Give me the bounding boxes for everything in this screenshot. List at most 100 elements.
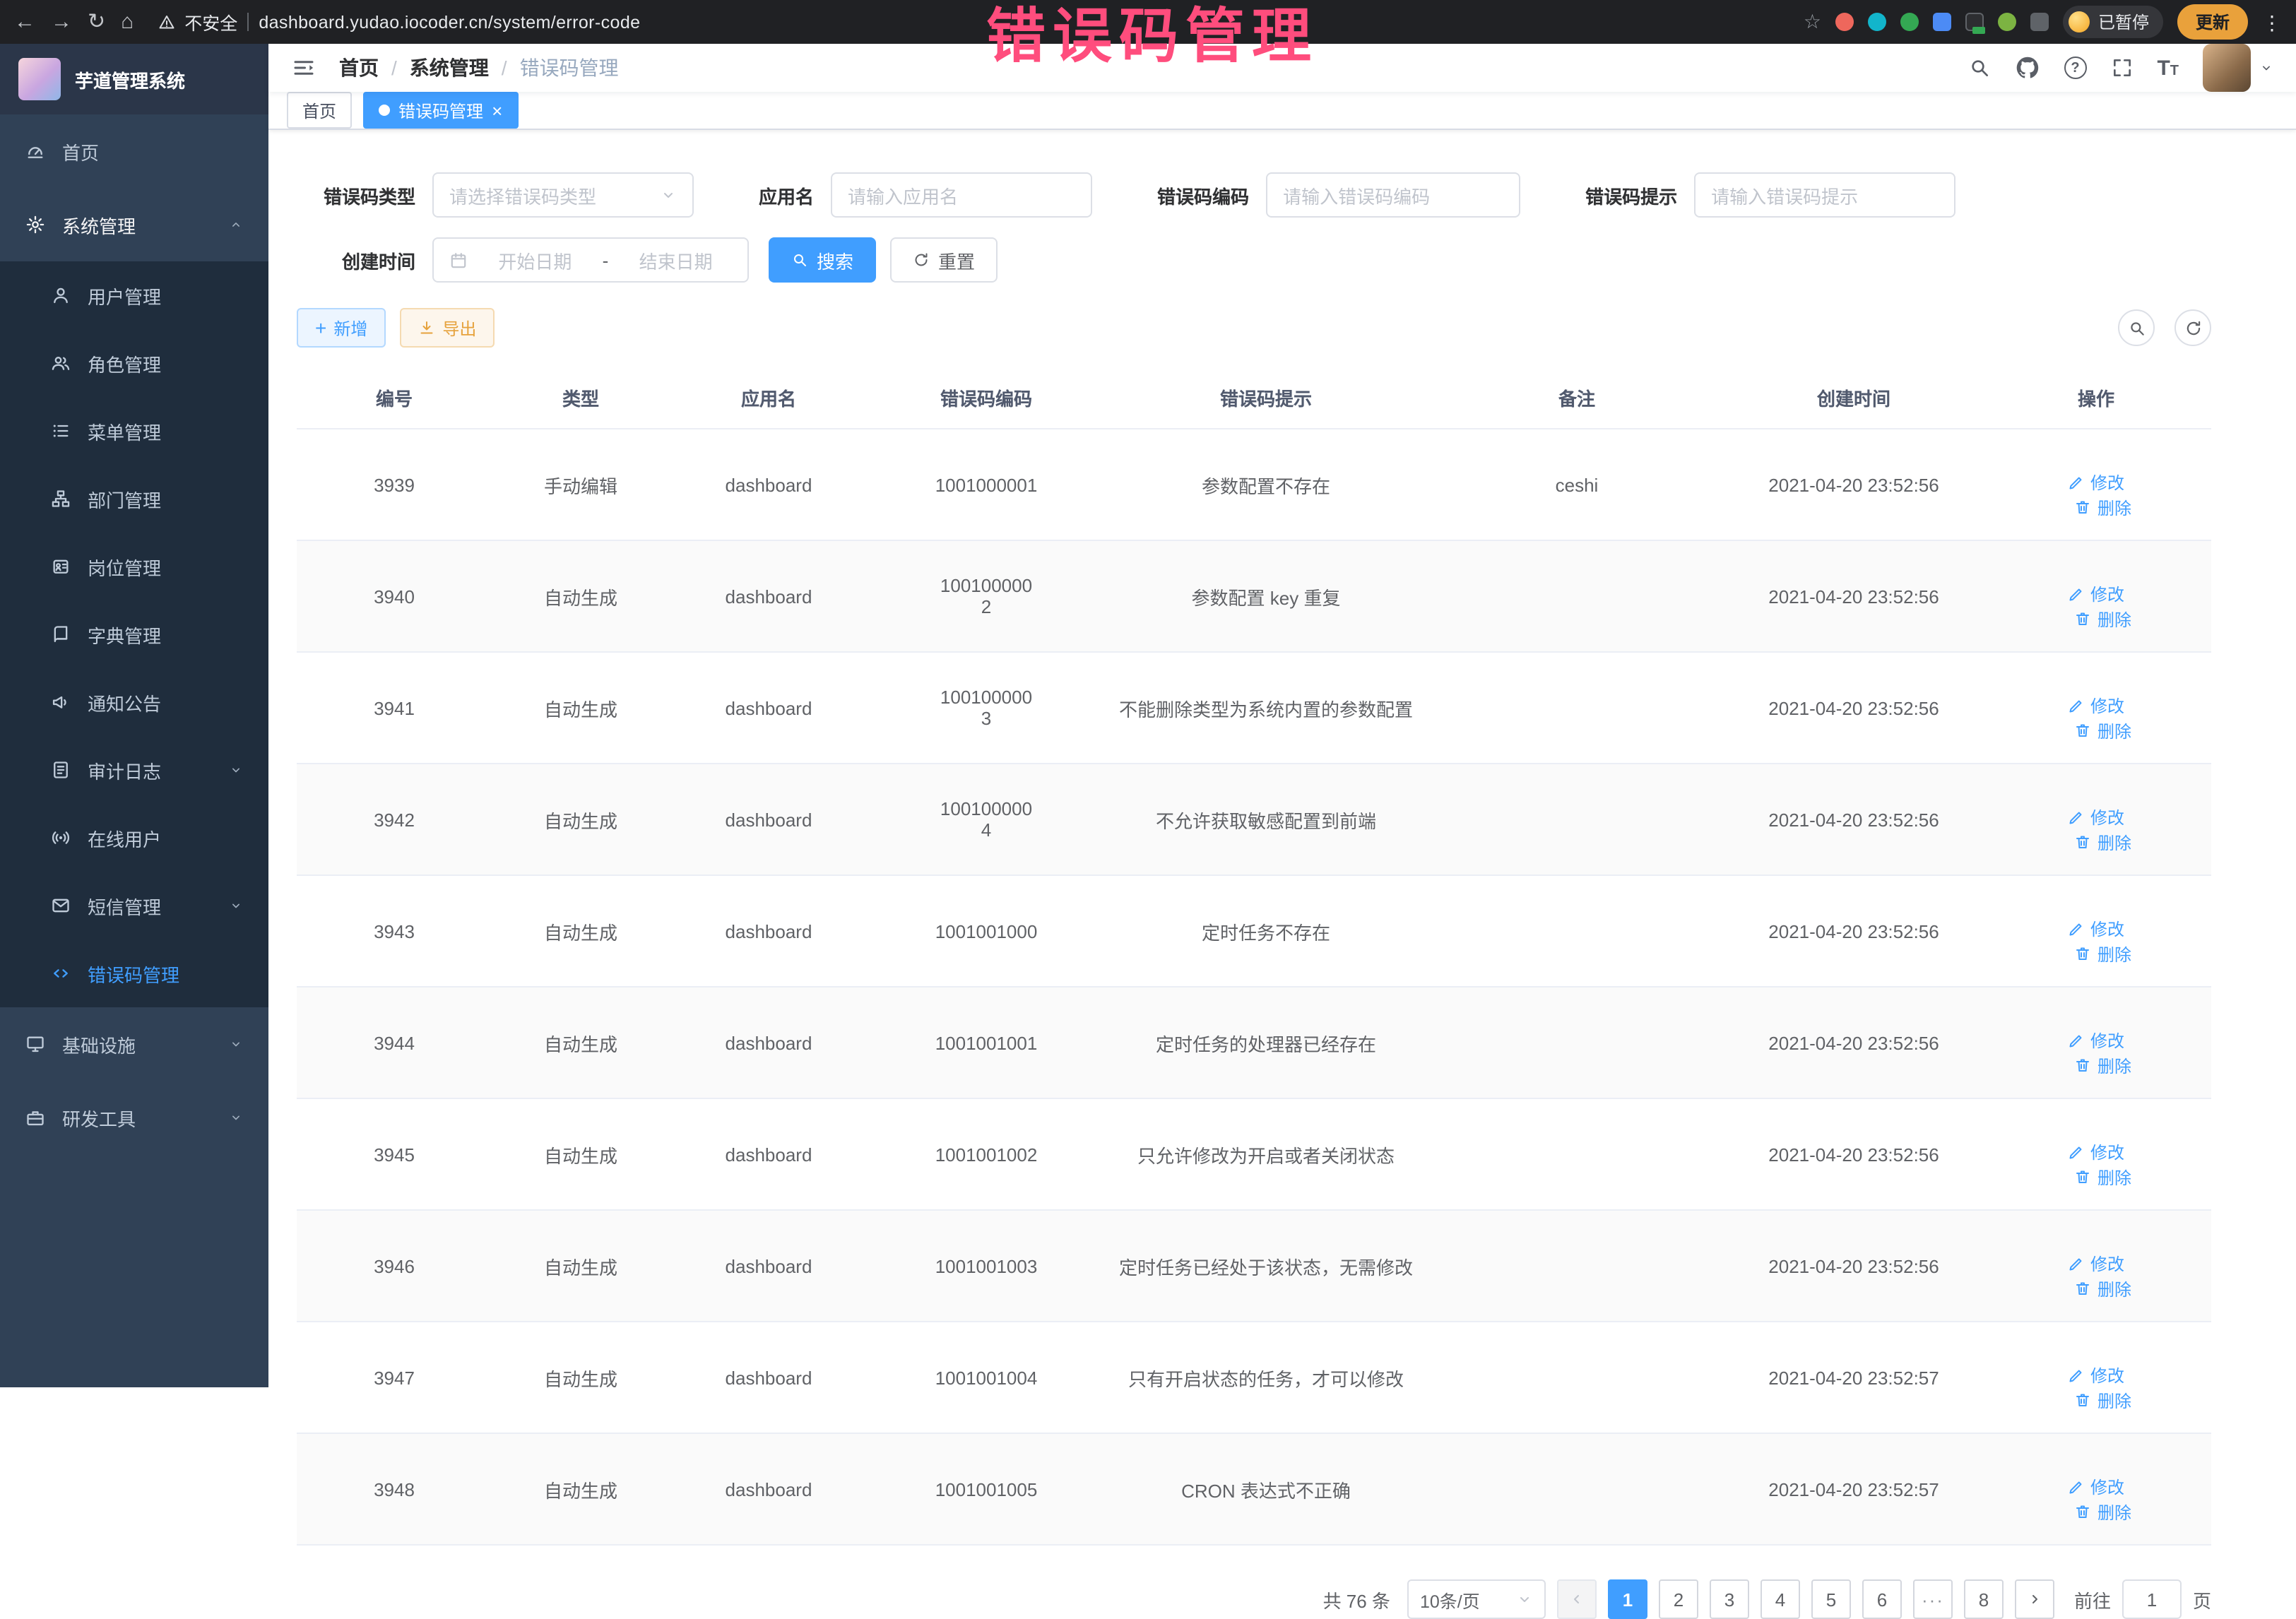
sidebar-item-audit-log[interactable]: 审计日志 [0, 736, 268, 804]
extension-icon-3[interactable] [1900, 13, 1919, 31]
chrome-update-button[interactable]: 更新 [2177, 4, 2248, 40]
cell-actions: 修改 删除 [1981, 987, 2211, 1098]
cell-remark [1427, 540, 1727, 652]
delete-link[interactable]: 删除 [2075, 830, 2131, 854]
user-avatar[interactable] [2203, 44, 2273, 92]
search-icon[interactable] [1967, 57, 1990, 79]
add-button[interactable]: + 新增 [297, 308, 386, 348]
tab-error-code[interactable]: 错误码管理 × [363, 92, 518, 129]
extension-icon-1[interactable] [1835, 13, 1854, 31]
active-tab-dot [379, 105, 390, 116]
refresh-table-button[interactable] [2174, 309, 2211, 346]
address-bar[interactable]: 不安全 dashboard.yudao.iocoder.cn/system/er… [158, 8, 1788, 35]
app-name-input[interactable]: 请输入应用名 [831, 172, 1092, 218]
delete-link[interactable]: 删除 [2075, 495, 2131, 519]
hamburger-icon[interactable] [291, 55, 316, 81]
sidebar-item-post-mgmt[interactable]: 岗位管理 [0, 533, 268, 600]
tab-label: 错误码管理 [398, 98, 483, 122]
cell-actions: 修改 删除 [1981, 1098, 2211, 1210]
page-button-2[interactable]: 2 [1659, 1579, 1698, 1619]
app-logo[interactable]: 芋道管理系统 [0, 44, 268, 114]
sidebar-item-system[interactable]: 系统管理 [0, 188, 268, 261]
delete-link[interactable]: 删除 [2075, 1053, 2131, 1077]
edit-link[interactable]: 修改 [2068, 1475, 2124, 1499]
sidebar-item-online-users[interactable]: 在线用户 [0, 804, 268, 872]
sidebar-item-infra[interactable]: 基础设施 [0, 1007, 268, 1081]
sidebar-item-menu-mgmt[interactable]: 菜单管理 [0, 397, 268, 465]
delete-link[interactable]: 删除 [2075, 942, 2131, 966]
edit-link[interactable]: 修改 [2068, 917, 2124, 941]
edit-link[interactable]: 修改 [2068, 694, 2124, 718]
sidebar-item-user-mgmt[interactable]: 用户管理 [0, 261, 268, 329]
sidebar-item-devtools[interactable]: 研发工具 [0, 1081, 268, 1154]
forward-icon[interactable]: → [51, 11, 72, 32]
bookmark-star-icon[interactable]: ☆ [1804, 10, 1821, 34]
delete-link[interactable]: 删除 [2075, 718, 2131, 742]
edit-link[interactable]: 修改 [2068, 470, 2124, 494]
github-icon[interactable] [2014, 55, 2040, 81]
search-button[interactable]: 搜索 [769, 237, 876, 283]
page-button-8[interactable]: 8 [1964, 1579, 2004, 1619]
profile-chip[interactable]: 已暂停 [2063, 6, 2163, 38]
sidebar-item-notice[interactable]: 通知公告 [0, 668, 268, 736]
error-code-input[interactable]: 请输入错误码编码 [1266, 172, 1520, 218]
delete-link[interactable]: 删除 [2075, 1500, 2131, 1524]
page-button-1[interactable]: 1 [1608, 1579, 1647, 1619]
date-range-picker[interactable]: 开始日期 - 结束日期 [432, 237, 749, 283]
extension-icon-2[interactable] [1868, 13, 1886, 31]
breadcrumb-separator: / [391, 57, 397, 79]
delete-link[interactable]: 删除 [2075, 1388, 2131, 1412]
reload-icon[interactable]: ↻ [88, 11, 105, 32]
chrome-menu-icon[interactable]: ⋮ [2262, 12, 2282, 32]
help-icon[interactable]: ? [2064, 57, 2086, 79]
sidebar-item-error-code-mgmt[interactable]: 错误码管理 [0, 939, 268, 1007]
page-button-6[interactable]: 6 [1862, 1579, 1902, 1619]
sidebar-item-sms-mgmt[interactable]: 短信管理 [0, 872, 268, 939]
avatar-image [2203, 44, 2251, 92]
delete-link[interactable]: 删除 [2075, 607, 2131, 631]
more-pages-button[interactable]: ··· [1913, 1579, 1953, 1619]
delete-link[interactable]: 删除 [2075, 1165, 2131, 1189]
extension-icon-5[interactable] [1965, 13, 1984, 31]
export-button[interactable]: 导出 [400, 308, 495, 348]
edit-link[interactable]: 修改 [2068, 1140, 2124, 1164]
next-page-button[interactable] [2015, 1579, 2054, 1619]
fullscreen-icon[interactable] [2110, 57, 2133, 79]
font-size-icon[interactable]: TT [2157, 57, 2179, 78]
page-size-select[interactable]: 10条/页 [1407, 1579, 1546, 1619]
prev-page-button[interactable] [1557, 1579, 1597, 1619]
extension-icon-4[interactable] [1933, 13, 1951, 31]
edit-link[interactable]: 修改 [2068, 1028, 2124, 1052]
edit-link[interactable]: 修改 [2068, 582, 2124, 606]
edit-link[interactable]: 修改 [2068, 805, 2124, 829]
page-button-3[interactable]: 3 [1710, 1579, 1749, 1619]
cell-hint: CRON 表达式不正确 [1105, 1433, 1427, 1545]
extension-icon-7[interactable] [2030, 13, 2049, 31]
filter-error-code: 错误码编码 请输入错误码编码 [1157, 172, 1520, 218]
error-type-select[interactable]: 请选择错误码类型 [432, 172, 694, 218]
breadcrumb-home[interactable]: 首页 [339, 54, 379, 82]
table-row: 3948 自动生成 dashboard 1001001005 CRON 表达式不… [297, 1433, 2211, 1545]
edit-link[interactable]: 修改 [2068, 1363, 2124, 1387]
sidebar-item-home[interactable]: 首页 [0, 114, 268, 188]
error-hint-input[interactable]: 请输入错误码提示 [1694, 172, 1955, 218]
home-icon[interactable]: ⌂ [121, 11, 134, 32]
cell-created: 2021-04-20 23:52:56 [1727, 429, 1981, 540]
sidebar-item-dept-mgmt[interactable]: 部门管理 [0, 465, 268, 533]
export-button-label: 导出 [442, 316, 476, 340]
extension-icon-6[interactable] [1998, 13, 2016, 31]
tab-home[interactable]: 首页 [287, 92, 352, 129]
page-button-4[interactable]: 4 [1761, 1579, 1800, 1619]
goto-page-input[interactable] [2122, 1579, 2182, 1619]
toggle-search-button[interactable] [2118, 309, 2155, 346]
delete-link[interactable]: 删除 [2075, 1276, 2131, 1300]
back-icon[interactable]: ← [14, 11, 35, 32]
breadcrumb-system[interactable]: 系统管理 [410, 54, 489, 82]
reset-button[interactable]: 重置 [890, 237, 998, 283]
page-button-5[interactable]: 5 [1811, 1579, 1851, 1619]
close-tab-icon[interactable]: × [492, 101, 502, 119]
sidebar-item-dict-mgmt[interactable]: 字典管理 [0, 600, 268, 668]
edit-link[interactable]: 修改 [2068, 1252, 2124, 1276]
sidebar-item-role-mgmt[interactable]: 角色管理 [0, 329, 268, 397]
cell-hint: 参数配置 key 重复 [1105, 540, 1427, 652]
